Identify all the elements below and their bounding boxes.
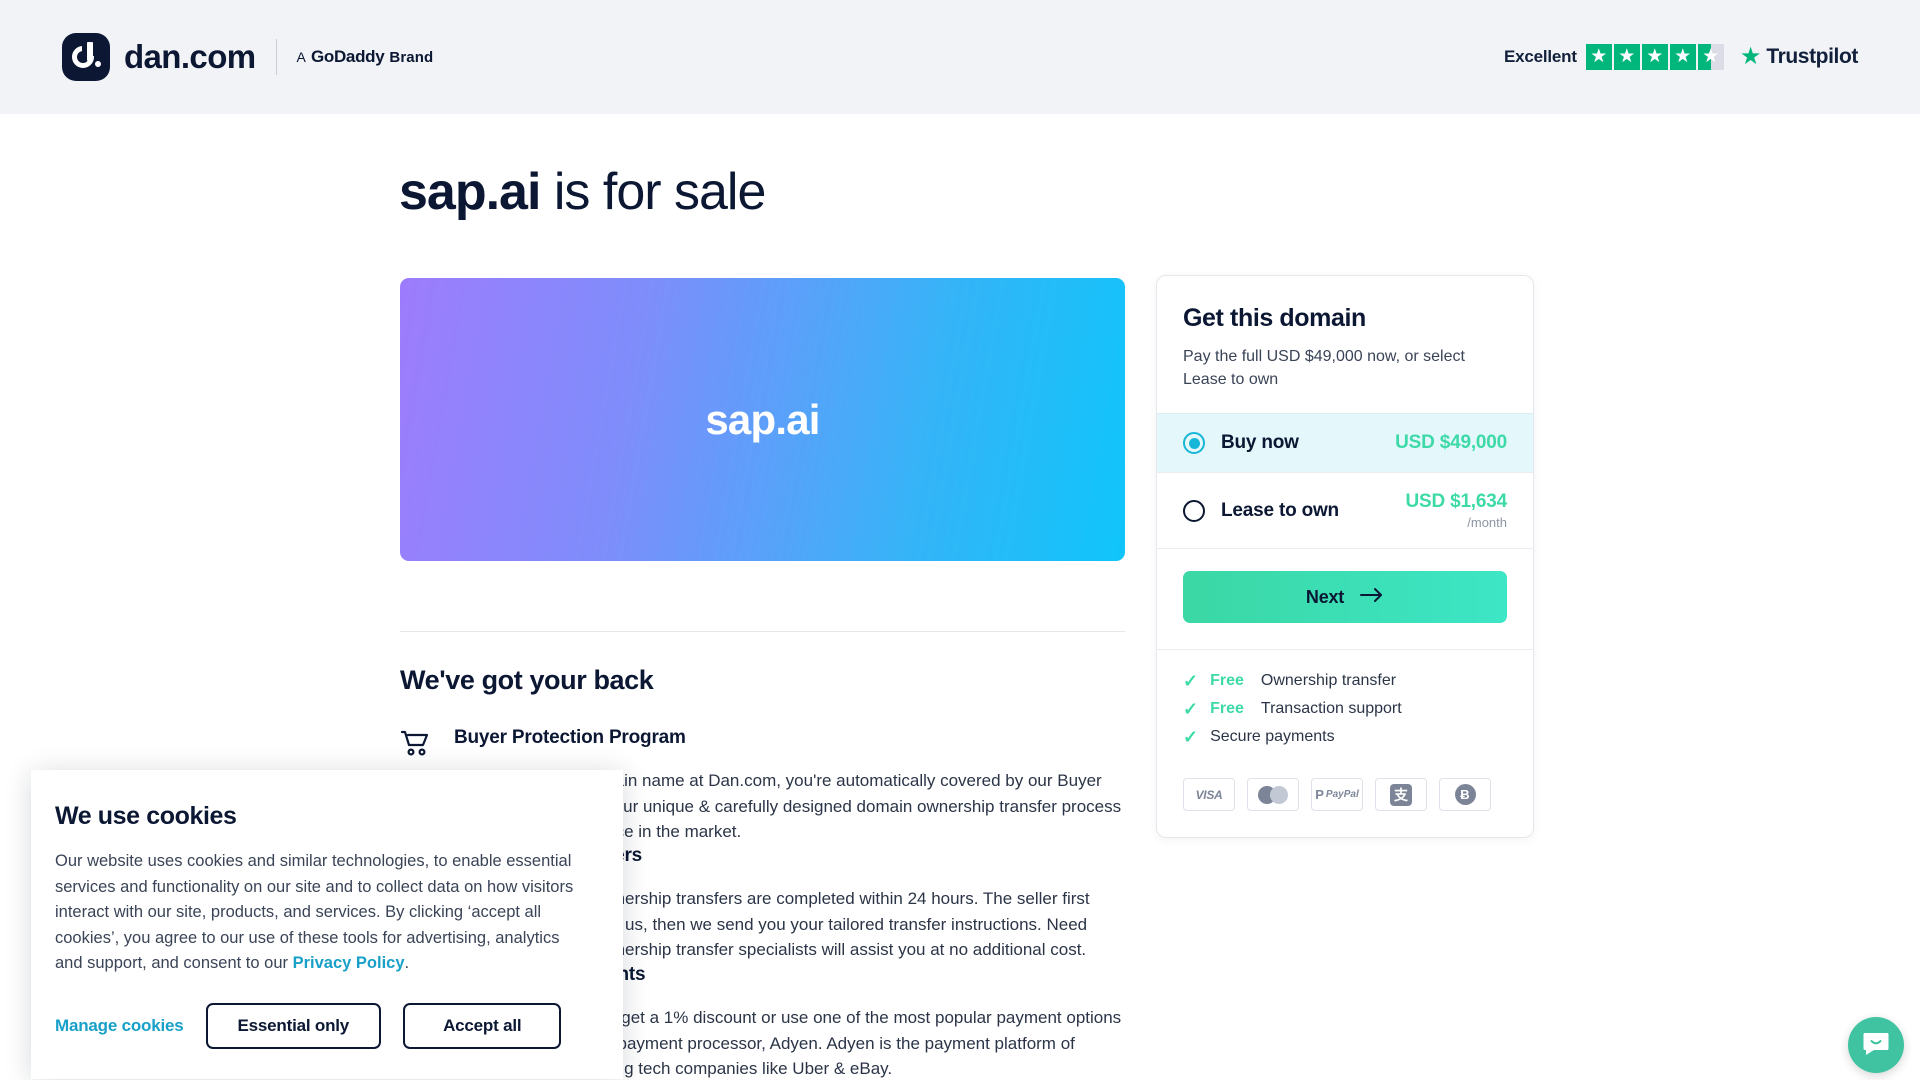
feature-title: Buyer Protection Program xyxy=(454,727,686,748)
trustpilot-logo-text: Trustpilot xyxy=(1766,45,1858,68)
dan-logo-icon xyxy=(62,33,110,81)
page-title: sap.ai is for sale xyxy=(399,162,767,222)
star-icon: ★ xyxy=(1669,44,1696,70)
cookie-banner-actions: Manage cookies Essential only Accept all xyxy=(55,1002,587,1049)
option-label: Buy now xyxy=(1221,432,1299,454)
logo-wordmark: dan.com xyxy=(124,38,256,75)
perk-item: ✓ Secure payments xyxy=(1183,728,1507,746)
check-icon: ✓ xyxy=(1183,727,1199,748)
perk-free-label: Free xyxy=(1210,700,1244,718)
trustpilot-rating-word: Excellent xyxy=(1503,47,1577,66)
cookie-banner-title: We use cookies xyxy=(55,802,237,830)
privacy-policy-link[interactable]: Privacy Policy xyxy=(293,954,405,972)
get-domain-card: Get this domain Pay the full USD $49,000… xyxy=(1156,275,1534,839)
page-root: dan.com A GoDaddy Brand Excellent ★ ★ ★ … xyxy=(0,0,1920,1080)
option-price-group: USD $49,000 xyxy=(1395,432,1507,454)
section-divider xyxy=(400,631,1125,632)
got-your-back-heading: We've got your back xyxy=(400,665,654,695)
radio-lease-to-own[interactable] xyxy=(1183,499,1205,522)
payment-methods: VISA P PayPal 支 Ƀ xyxy=(1157,772,1533,837)
perk-free-label: Free xyxy=(1210,672,1244,690)
perk-text: Ownership transfer xyxy=(1260,672,1397,690)
domain-hero-banner: sap.ai xyxy=(400,278,1125,561)
mastercard-icon xyxy=(1247,778,1299,812)
page-title-domain: sap.ai xyxy=(399,163,541,221)
paypal-icon: P PayPal xyxy=(1311,778,1363,812)
page-title-suffix: is for sale xyxy=(540,163,767,221)
perk-text: Transaction support xyxy=(1260,700,1402,718)
check-icon: ✓ xyxy=(1183,671,1199,692)
godaddy-name: GoDaddy xyxy=(310,47,385,66)
trustpilot-stars: ★ ★ ★ ★ ★ xyxy=(1585,44,1724,70)
perks-list: ✓ Free Ownership transfer ✓ Free Transac… xyxy=(1157,649,1533,772)
cookie-consent-banner: We use cookies Our website uses cookies … xyxy=(31,770,623,1079)
cookie-banner-body: Our website uses cookies and similar tec… xyxy=(55,849,587,977)
site-header: dan.com A GoDaddy Brand Excellent ★ ★ ★ … xyxy=(0,0,1920,114)
radio-buy-now[interactable] xyxy=(1183,432,1205,455)
card-subtitle: Pay the full USD $49,000 now, or select … xyxy=(1183,348,1465,389)
arrow-right-icon xyxy=(1360,587,1384,608)
perk-text: Secure payments xyxy=(1210,728,1335,746)
option-price: USD $1,634 xyxy=(1405,491,1507,513)
next-button[interactable]: Next xyxy=(1183,571,1507,624)
option-label: Lease to own xyxy=(1221,499,1339,521)
option-price: USD $49,000 xyxy=(1395,432,1507,454)
next-button-container: Next xyxy=(1157,548,1533,649)
godaddy-brand-line: A GoDaddy Brand xyxy=(297,47,434,67)
trustpilot-rating[interactable]: Excellent ★ ★ ★ ★ ★ ★ Trustpilot xyxy=(1504,44,1858,70)
option-price-group: USD $1,634 /month xyxy=(1405,491,1507,530)
cookie-body-period: . xyxy=(404,954,410,973)
star-half-icon: ★ xyxy=(1697,44,1724,70)
visa-icon: VISA xyxy=(1183,778,1235,812)
chat-bubble-icon xyxy=(1862,1029,1890,1062)
accept-all-button[interactable]: Accept all xyxy=(403,1002,562,1049)
star-icon: ★ xyxy=(1641,44,1668,70)
shopping-cart-icon xyxy=(400,729,434,762)
perk-item: ✓ Free Transaction support xyxy=(1183,700,1507,718)
intercom-chat-launcher[interactable] xyxy=(1848,1017,1904,1073)
next-button-label: Next xyxy=(1305,586,1345,607)
godaddy-article: A xyxy=(296,49,306,65)
star-icon: ★ xyxy=(1585,44,1612,70)
trustpilot-star-icon: ★ xyxy=(1739,43,1762,70)
check-icon: ✓ xyxy=(1183,699,1199,720)
brand-lockup[interactable]: dan.com A GoDaddy Brand xyxy=(62,33,433,81)
card-title: Get this domain xyxy=(1183,304,1366,332)
trustpilot-logo: ★ Trustpilot xyxy=(1739,43,1859,70)
manage-cookies-link[interactable]: Manage cookies xyxy=(55,1016,184,1036)
perk-item: ✓ Free Ownership transfer xyxy=(1183,672,1507,690)
option-buy-now[interactable]: Buy now USD $49,000 xyxy=(1157,413,1533,473)
star-icon: ★ xyxy=(1613,44,1640,70)
brand-divider xyxy=(275,39,277,75)
essential-only-button[interactable]: Essential only xyxy=(205,1002,382,1049)
godaddy-brand-word: Brand xyxy=(389,49,434,66)
hero-domain-name: sap.ai xyxy=(705,395,820,443)
card-header: Get this domain Pay the full USD $49,000… xyxy=(1157,276,1533,413)
option-lease-to-own[interactable]: Lease to own USD $1,634 /month xyxy=(1157,472,1533,548)
option-price-period: /month xyxy=(1467,515,1507,531)
alipay-icon: 支 xyxy=(1375,778,1427,812)
bitcoin-icon: Ƀ xyxy=(1439,778,1491,812)
